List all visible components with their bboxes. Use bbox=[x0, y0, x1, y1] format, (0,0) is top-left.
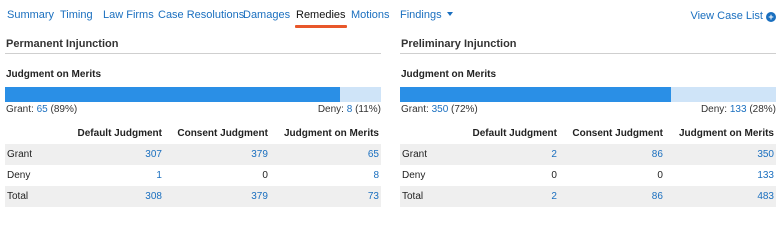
row-label: Grant bbox=[400, 144, 460, 165]
table-cell[interactable]: 73 bbox=[269, 186, 381, 207]
table-cell[interactable]: 8 bbox=[270, 165, 381, 186]
table-header: Consent Judgment bbox=[572, 128, 663, 139]
tab-law-firms[interactable]: Law Firms bbox=[103, 9, 154, 21]
grant-deny-bar[interactable] bbox=[5, 87, 381, 102]
panel-subtitle: Judgment on Merits bbox=[401, 69, 497, 80]
tab-motions[interactable]: Motions bbox=[351, 9, 390, 21]
table-cell[interactable]: 86 bbox=[558, 144, 665, 165]
grant-count-link[interactable]: 350 bbox=[432, 104, 449, 115]
row-label: Total bbox=[400, 186, 460, 207]
table-cell[interactable]: 307 bbox=[65, 144, 164, 165]
grant-bar-fill[interactable] bbox=[5, 87, 340, 102]
plus-circle-icon: + bbox=[766, 12, 776, 22]
top-nav: Summary Timing Law Firms Case Resolution… bbox=[0, 0, 784, 28]
tab-findings-label: Findings bbox=[400, 9, 442, 21]
tab-summary[interactable]: Summary bbox=[7, 9, 54, 21]
table-header-row: Default Judgment Consent Judgment Judgme… bbox=[5, 123, 381, 144]
table-header: Consent Judgment bbox=[177, 128, 268, 139]
table-cell[interactable]: 86 bbox=[558, 186, 665, 207]
grant-count-link[interactable]: 65 bbox=[37, 104, 48, 115]
table-cell[interactable]: 65 bbox=[269, 144, 381, 165]
tab-timing[interactable]: Timing bbox=[60, 9, 93, 21]
deny-pct: (28%) bbox=[749, 104, 776, 115]
grant-summary: Grant: 350 (72%) bbox=[401, 104, 478, 115]
grant-pct: (89%) bbox=[50, 104, 78, 115]
grant-summary: Grant: 65 (89%) bbox=[6, 104, 77, 115]
table-row: Total 308 379 73 bbox=[5, 186, 381, 207]
table-cell[interactable]: 2 bbox=[460, 186, 559, 207]
table-cell[interactable]: 350 bbox=[664, 144, 776, 165]
table-cell[interactable]: 308 bbox=[65, 186, 164, 207]
table-cell: 0 bbox=[657, 170, 663, 181]
grant-bar-fill[interactable] bbox=[400, 87, 671, 102]
table-header bbox=[400, 123, 460, 144]
table-row: Deny 1 0 8 bbox=[5, 165, 381, 186]
deny-count-link[interactable]: 8 bbox=[347, 104, 353, 115]
table-row: Grant 307 379 65 bbox=[5, 144, 381, 165]
table-header: Judgment on Merits bbox=[283, 128, 379, 139]
table-cell[interactable]: 379 bbox=[163, 186, 270, 207]
row-label: Total bbox=[5, 186, 65, 207]
table-row: Deny 0 0 133 bbox=[400, 165, 776, 186]
preliminary-injunction-panel: Preliminary Injunction Judgment on Merit… bbox=[400, 37, 776, 207]
table-row: Total 2 86 483 bbox=[400, 186, 776, 207]
table-row: Grant 2 86 350 bbox=[400, 144, 776, 165]
chevron-down-icon bbox=[446, 12, 453, 16]
panel-title: Permanent Injunction bbox=[5, 37, 381, 54]
table-cell: 0 bbox=[262, 170, 268, 181]
table-header: Default Judgment bbox=[472, 128, 557, 139]
deny-summary: Deny: 133 (28%) bbox=[701, 104, 776, 115]
table-cell[interactable]: 133 bbox=[665, 165, 776, 186]
deny-pct: (11%) bbox=[355, 104, 381, 115]
row-label: Grant bbox=[5, 144, 65, 165]
deny-summary: Deny: 8 (11%) bbox=[318, 104, 381, 115]
judgment-table: Default Judgment Consent Judgment Judgme… bbox=[5, 123, 381, 207]
deny-label: Deny: bbox=[317, 104, 344, 115]
row-label: Deny bbox=[402, 170, 426, 181]
grant-label: Grant: bbox=[6, 104, 34, 115]
tab-findings[interactable]: Findings bbox=[400, 9, 453, 21]
view-case-list-label: View Case List bbox=[690, 10, 763, 22]
tab-case-resolutions[interactable]: Case Resolutions bbox=[158, 9, 244, 21]
bar-legend: Grant: 350 (72%) Deny: 133 (28%) bbox=[400, 104, 776, 118]
row-label: Deny bbox=[7, 170, 31, 181]
panel-title: Preliminary Injunction bbox=[400, 37, 776, 54]
table-cell[interactable]: 379 bbox=[163, 144, 270, 165]
deny-label: Deny: bbox=[700, 104, 728, 115]
table-header bbox=[5, 123, 65, 144]
bar-legend: Grant: 65 (89%) Deny: 8 (11%) bbox=[5, 104, 381, 118]
table-header-row: Default Judgment Consent Judgment Judgme… bbox=[400, 123, 776, 144]
tab-remedies[interactable]: Remedies bbox=[295, 9, 347, 28]
grant-label: Grant: bbox=[401, 104, 429, 115]
table-header: Judgment on Merits bbox=[678, 128, 774, 139]
grant-deny-bar[interactable] bbox=[400, 87, 776, 102]
deny-count-link[interactable]: 133 bbox=[730, 104, 747, 115]
table-cell[interactable]: 2 bbox=[460, 144, 559, 165]
panel-subtitle: Judgment on Merits bbox=[6, 69, 102, 80]
judgment-table: Default Judgment Consent Judgment Judgme… bbox=[400, 123, 776, 207]
table-cell: 0 bbox=[551, 170, 557, 181]
table-cell[interactable]: 1 bbox=[65, 165, 164, 186]
grant-pct: (72%) bbox=[451, 104, 478, 115]
table-header: Default Judgment bbox=[77, 128, 162, 139]
view-case-list-link[interactable]: View Case List + bbox=[690, 10, 776, 22]
table-cell[interactable]: 483 bbox=[664, 186, 776, 207]
tab-damages[interactable]: Damages bbox=[243, 9, 290, 21]
permanent-injunction-panel: Permanent Injunction Judgment on Merits … bbox=[5, 37, 381, 207]
